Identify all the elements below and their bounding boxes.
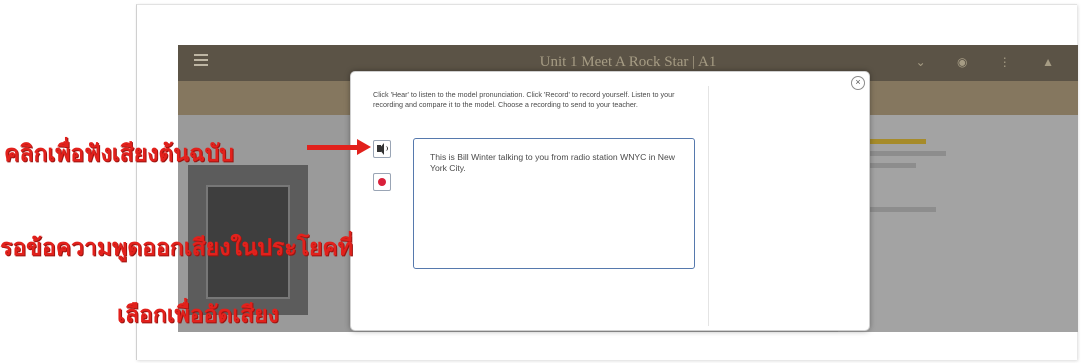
record-icon (378, 178, 386, 186)
column-divider (708, 86, 709, 326)
instructions-text: Click 'Hear' to listen to the model pron… (373, 90, 675, 109)
annotation-listen: คลิกเพื่อฟังเสียงต้นฉบับ (4, 141, 234, 167)
record-button[interactable] (373, 173, 391, 191)
sentence-text: This is Bill Winter talking to you from … (430, 152, 675, 173)
pronunciation-dialog: × Click 'Hear' to listen to the model pr… (350, 71, 870, 331)
annotation-arrow (307, 145, 359, 150)
right-panel (838, 115, 1078, 332)
close-button[interactable]: × (851, 76, 865, 90)
annotation-arrow-head (357, 139, 371, 155)
hear-button[interactable] (373, 140, 391, 158)
header-icons[interactable]: ⌄ ◉ ⋮ ▲ (916, 55, 1068, 69)
annotation-wait: รอข้อความพูดออกเสียงในประโยคที่ (0, 235, 353, 261)
annotation-select: เลือกเพื่ออัดเสียง (117, 302, 279, 328)
sentence-box[interactable]: This is Bill Winter talking to you from … (413, 138, 695, 269)
